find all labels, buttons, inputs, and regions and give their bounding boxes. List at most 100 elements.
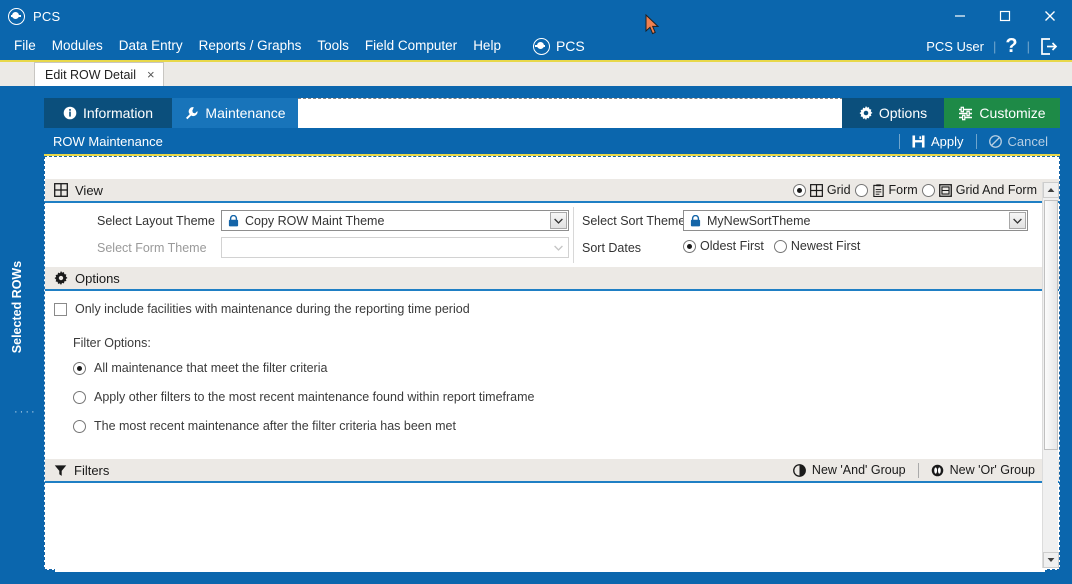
tab-information[interactable]: Information: [44, 98, 172, 128]
info-icon: [63, 106, 77, 120]
apply-label: Apply: [931, 134, 964, 149]
filters-section-body[interactable]: [55, 483, 1045, 584]
toolbar-separator-1: [899, 134, 900, 149]
current-user-label: PCS User: [926, 39, 984, 54]
only-include-facilities-checkbox[interactable]: [54, 303, 67, 316]
radio-grid-and-form[interactable]: [922, 184, 935, 197]
view-mode-form[interactable]: Form: [855, 183, 918, 197]
tab-customize[interactable]: Customize: [944, 98, 1060, 128]
apply-button[interactable]: Apply: [912, 134, 964, 149]
sort-dates-newest-first[interactable]: Newest First: [774, 239, 860, 253]
window-title: PCS: [33, 9, 60, 24]
window-controls: [937, 0, 1072, 32]
menu-separator-1: |: [993, 39, 996, 54]
selected-rows-label: Selected ROWs: [10, 242, 24, 372]
view-section-header: View Grid: [45, 179, 1059, 203]
new-and-group-button[interactable]: New 'And' Group: [793, 463, 906, 477]
chevron-down-icon[interactable]: [1009, 212, 1026, 229]
cancel-button[interactable]: Cancel: [989, 134, 1048, 149]
pcs-brand[interactable]: PCS: [533, 38, 585, 55]
chevron-down-icon: [550, 239, 567, 256]
tab-maintenance[interactable]: Maintenance: [172, 98, 298, 128]
bottom-strip: [0, 572, 1072, 584]
or-group-icon: [931, 464, 944, 477]
radio-newest-first[interactable]: [774, 240, 787, 253]
ribbon-filler: [298, 98, 858, 128]
radio-form[interactable]: [855, 184, 868, 197]
menu-item-field-computer[interactable]: Field Computer: [357, 32, 465, 60]
scroll-down-button[interactable]: [1043, 552, 1059, 568]
filter-option-apply-other-filters[interactable]: Apply other filters to the most recent m…: [73, 390, 535, 404]
and-group-icon: [793, 464, 806, 477]
tab-maintenance-label: Maintenance: [205, 105, 285, 121]
radio-oldest-first[interactable]: [683, 240, 696, 253]
filters-actions: New 'And' Group New 'Or' Group: [793, 459, 1059, 481]
new-or-group-button[interactable]: New 'Or' Group: [931, 463, 1035, 477]
cancel-label: Cancel: [1008, 134, 1048, 149]
panel-grip[interactable]: ····: [14, 406, 37, 418]
content-panel: View Grid: [44, 156, 1060, 570]
menu-item-file[interactable]: File: [6, 32, 44, 60]
close-icon[interactable]: [1027, 0, 1072, 32]
selected-rows-panel[interactable]: Selected ROWs ····: [0, 86, 32, 584]
menu-separator-2: |: [1027, 39, 1030, 54]
options-section-title: Options: [75, 271, 120, 286]
form-icon: [872, 184, 885, 197]
new-and-group-label: New 'And' Group: [812, 463, 906, 477]
tab-customize-label: Customize: [979, 105, 1045, 121]
minimize-icon[interactable]: [937, 0, 982, 32]
filter-option-most-recent-after[interactable]: The most recent maintenance after the fi…: [73, 419, 456, 433]
menu-item-reports-graphs[interactable]: Reports / Graphs: [191, 32, 310, 60]
view-mode-grid-and-form-label: Grid And Form: [956, 183, 1037, 197]
select-form-theme-combo: [221, 237, 569, 258]
grid-icon: [810, 184, 823, 197]
content-top-gap: [45, 157, 1059, 179]
only-include-facilities-row[interactable]: Only include facilities with maintenance…: [54, 302, 470, 316]
select-sort-theme-combo[interactable]: MyNewSortTheme: [683, 210, 1028, 231]
radio-all-maintenance[interactable]: [73, 362, 86, 375]
tab-options[interactable]: Options: [842, 98, 944, 128]
sort-dates-oldest-first[interactable]: Oldest First: [683, 239, 764, 253]
filter-option-all-maintenance-label: All maintenance that meet the filter cri…: [94, 361, 327, 375]
scrollbar-thumb[interactable]: [1044, 200, 1058, 450]
radio-grid[interactable]: [793, 184, 806, 197]
pcs-brand-label: PCS: [556, 38, 585, 54]
sort-dates-oldest-first-label: Oldest First: [700, 239, 764, 253]
wrench-icon: [184, 106, 199, 121]
options-section-body: Only include facilities with maintenance…: [45, 291, 1059, 459]
logout-icon[interactable]: [1039, 37, 1058, 56]
menu-bar-right: PCS User | ? |: [926, 32, 1072, 60]
column-divider: [573, 207, 574, 263]
filter-options-label: Filter Options:: [73, 336, 151, 350]
mouse-cursor: [645, 14, 660, 41]
view-mode-grid-label: Grid: [827, 183, 851, 197]
view-mode-radio-group: Grid Form: [793, 179, 1059, 201]
menu-item-tools[interactable]: Tools: [309, 32, 357, 60]
filters-section-header: Filters New 'And' Group: [45, 459, 1059, 483]
filter-option-most-recent-after-label: The most recent maintenance after the fi…: [94, 419, 456, 433]
help-icon[interactable]: ?: [1005, 36, 1017, 56]
view-mode-grid[interactable]: Grid: [793, 183, 851, 197]
funnel-icon: [54, 464, 67, 477]
radio-apply-other-filters[interactable]: [73, 391, 86, 404]
document-tab-edit-row-detail[interactable]: Edit ROW Detail ×: [34, 62, 164, 86]
chevron-down-icon[interactable]: [550, 212, 567, 229]
menu-bar: File Modules Data Entry Reports / Graphs…: [0, 32, 1072, 60]
radio-most-recent-after[interactable]: [73, 420, 86, 433]
view-mode-grid-and-form[interactable]: Grid And Form: [922, 183, 1037, 197]
maximize-icon[interactable]: [982, 0, 1027, 32]
select-layout-theme-value: Copy ROW Maint Theme: [245, 214, 384, 228]
ribbon-tabs: Information Maintenance Options: [44, 98, 1060, 128]
options-section-header: Options: [45, 267, 1059, 291]
save-icon: [912, 135, 925, 148]
close-icon[interactable]: ×: [147, 67, 155, 82]
menu-item-help[interactable]: Help: [465, 32, 509, 60]
select-layout-theme-combo[interactable]: Copy ROW Maint Theme: [221, 210, 569, 231]
scroll-up-button[interactable]: [1043, 182, 1059, 198]
menu-item-data-entry[interactable]: Data Entry: [111, 32, 191, 60]
filter-option-all-maintenance[interactable]: All maintenance that meet the filter cri…: [73, 361, 327, 375]
menu-item-modules[interactable]: Modules: [44, 32, 111, 60]
sort-dates-newest-first-label: Newest First: [791, 239, 860, 253]
content-scrollbar[interactable]: [1042, 182, 1058, 568]
section-toolbar-actions: Apply Cancel: [887, 128, 1060, 154]
